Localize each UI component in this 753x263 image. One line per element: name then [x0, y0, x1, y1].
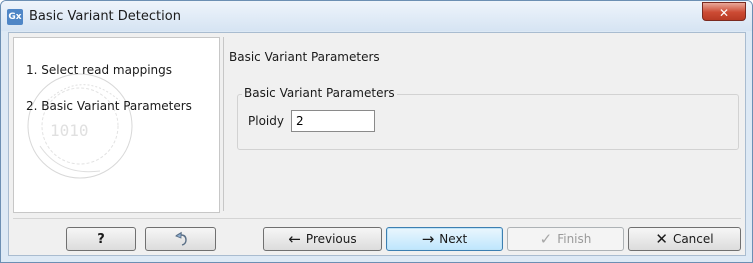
ploidy-label: Ploidy	[248, 114, 284, 128]
parameters-panel: Basic Variant Parameters Basic Variant P…	[223, 37, 742, 211]
watermark-seal-icon: 1010	[27, 73, 133, 179]
dialog-window: Gx Basic Variant Detection ✕ 1010 1. Sel…	[0, 0, 753, 263]
reset-icon	[174, 231, 187, 246]
arrow-left-icon: ←	[288, 229, 301, 248]
step-select-read-mappings[interactable]: 1. Select read mappings	[26, 63, 172, 77]
window-title: Basic Variant Detection	[29, 9, 181, 24]
svg-text:1010: 1010	[50, 121, 89, 140]
divider	[13, 218, 741, 219]
wizard-steps-panel: 1010 1. Select read mappings 2. Basic Va…	[13, 37, 220, 213]
reset-button[interactable]	[145, 227, 216, 251]
next-label: Next	[439, 232, 468, 246]
cancel-button[interactable]: ✕ Cancel	[628, 227, 741, 251]
ploidy-input[interactable]	[291, 110, 375, 132]
cancel-label: Cancel	[672, 232, 714, 246]
finish-label: Finish	[557, 232, 592, 246]
close-button[interactable]: ✕	[702, 2, 746, 21]
previous-label: Previous	[305, 232, 357, 246]
finish-button[interactable]: ✓ Finish	[507, 227, 624, 251]
page-title: Basic Variant Parameters	[229, 50, 380, 64]
help-icon: ?	[97, 231, 105, 247]
parameters-group: Basic Variant Parameters Ploidy	[237, 86, 739, 150]
help-button[interactable]: ?	[66, 227, 136, 251]
app-logo-icon: Gx	[7, 9, 23, 25]
arrow-right-icon: →	[421, 229, 435, 248]
group-title: Basic Variant Parameters	[242, 86, 397, 100]
cancel-x-icon: ✕	[655, 229, 668, 248]
checkmark-icon: ✓	[539, 229, 553, 248]
dialog-body: 1010 1. Select read mappings 2. Basic Va…	[8, 32, 746, 256]
step-basic-variant-parameters[interactable]: 2. Basic Variant Parameters	[26, 99, 192, 113]
next-button[interactable]: → Next	[386, 227, 503, 251]
title-bar[interactable]: Gx Basic Variant Detection ✕	[1, 1, 752, 31]
previous-button[interactable]: ← Previous	[263, 227, 382, 251]
